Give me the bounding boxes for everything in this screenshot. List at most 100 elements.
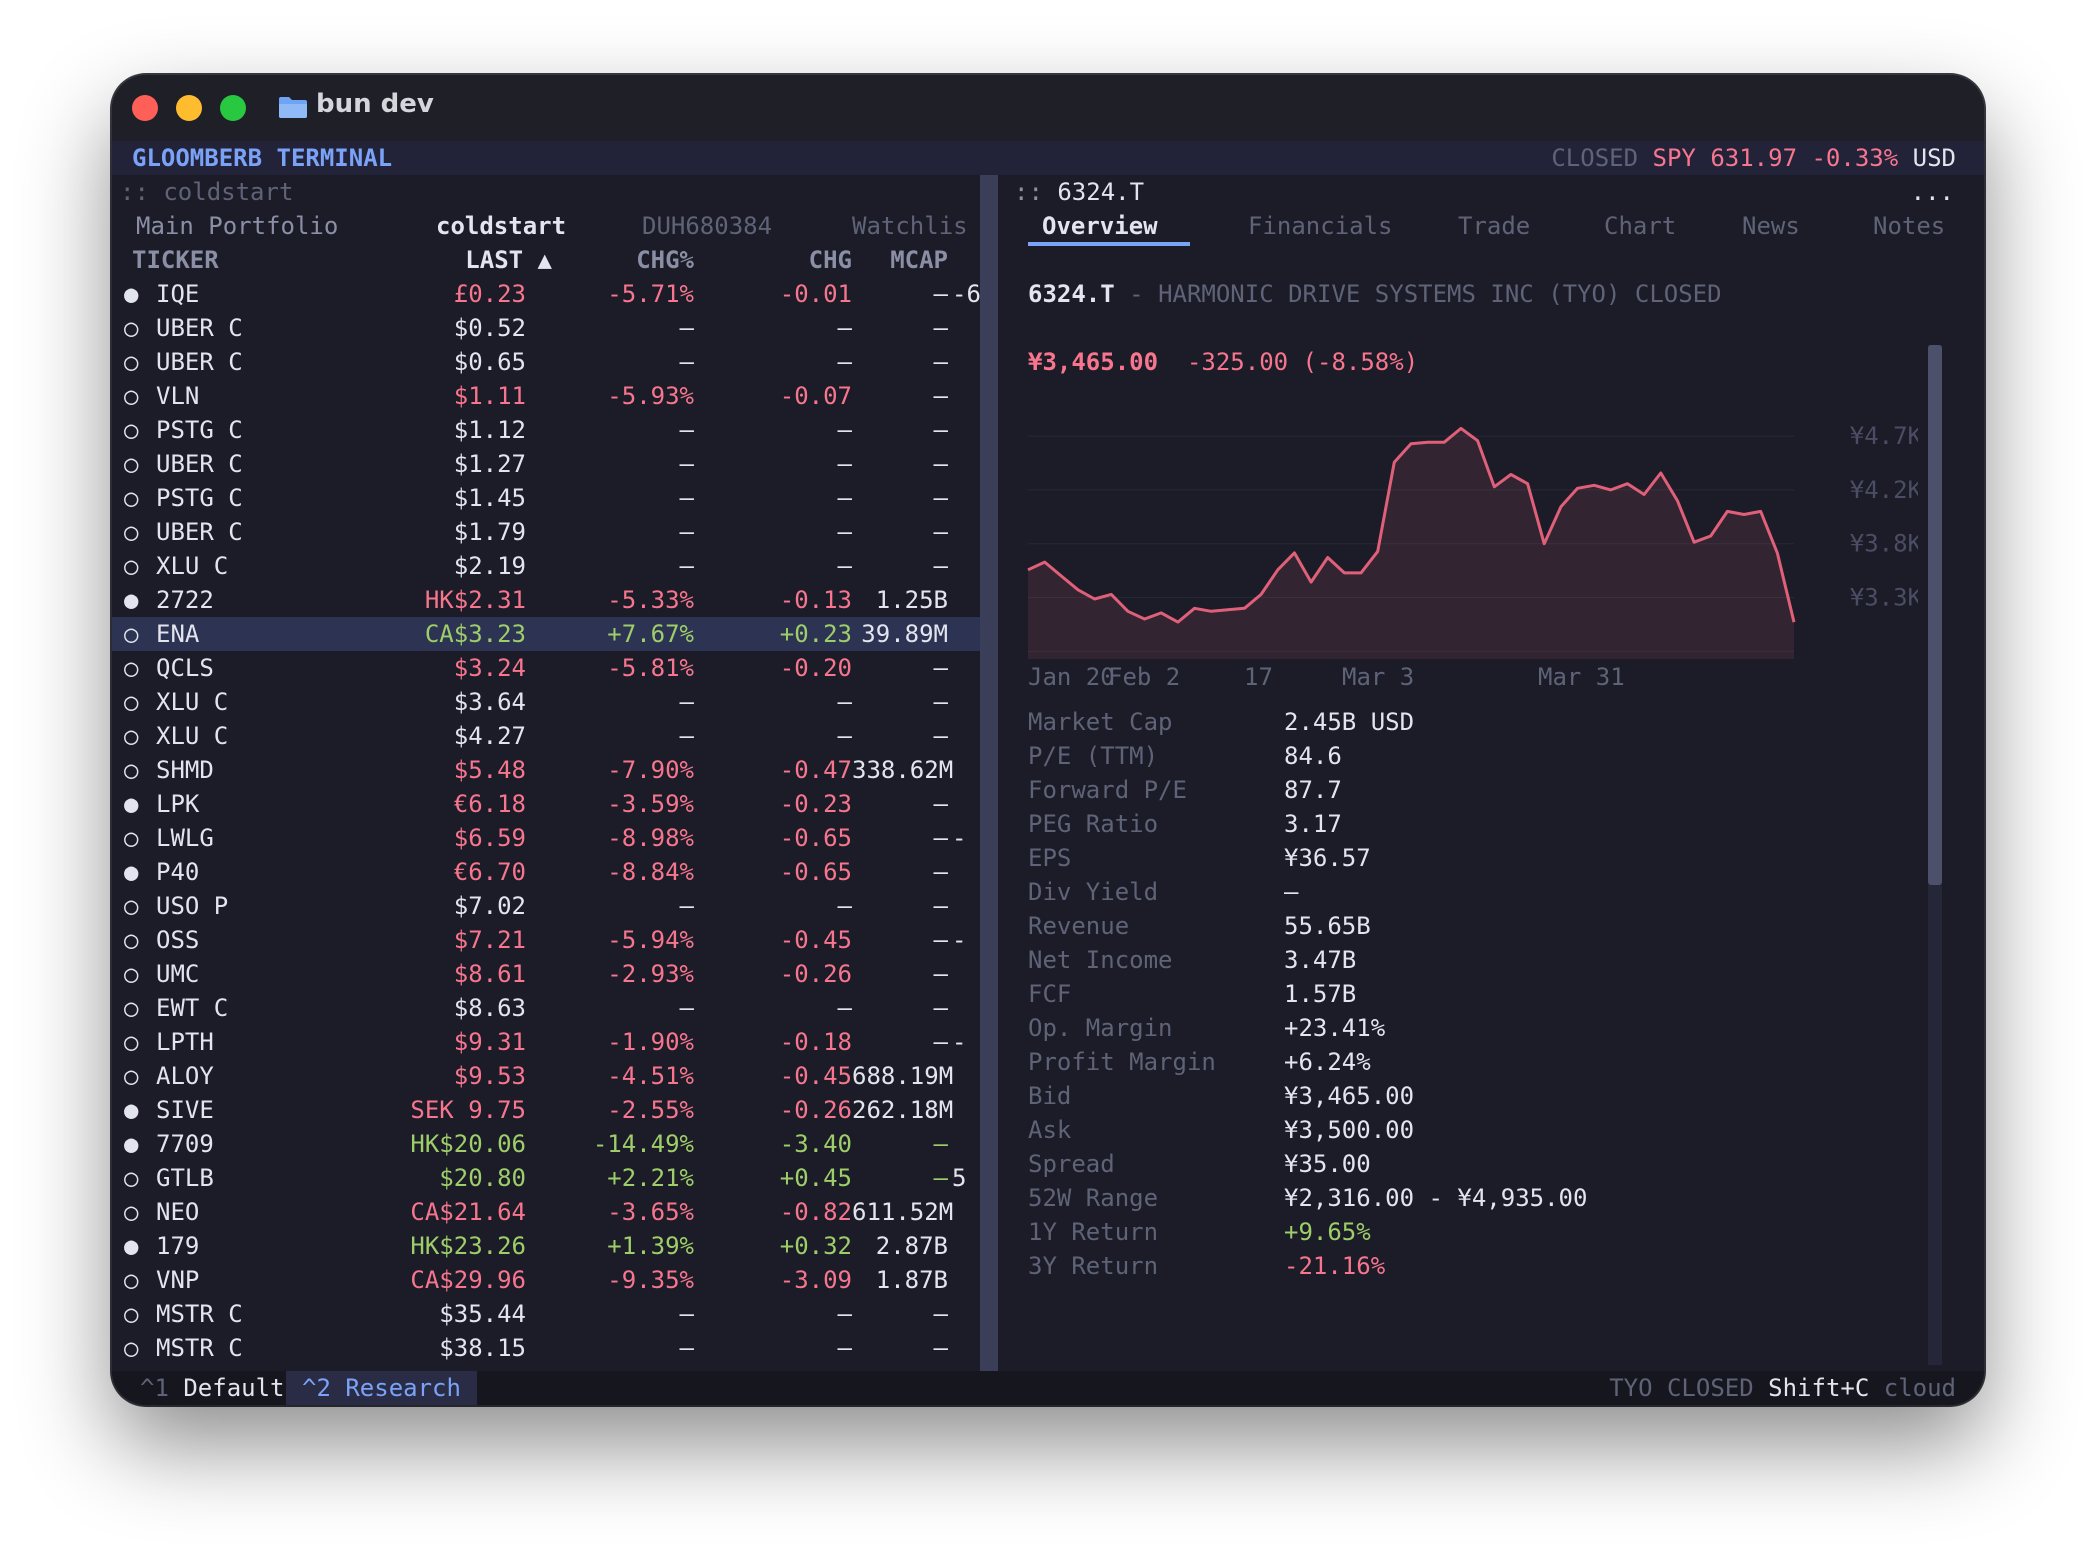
stat-value: 84.6 xyxy=(1284,742,1342,770)
row-mcap: — xyxy=(933,1164,948,1192)
row-last: $0.52 xyxy=(453,314,526,342)
table-row[interactable]: ● 179 HK$23.26 +1.39% +0.32 2.87B xyxy=(112,1229,980,1263)
table-row[interactable]: ○ UMC $8.61 -2.93% -0.26 — xyxy=(112,957,980,991)
zoom-window-button[interactable] xyxy=(220,95,246,121)
row-dot: ○ xyxy=(124,926,139,954)
table-row[interactable]: ○ USO P $7.02 — — — xyxy=(112,889,980,923)
row-ticker: OSS xyxy=(156,926,200,954)
col-last[interactable]: LAST ▲ xyxy=(312,243,552,277)
quote-line: ¥3,465.00 -325.00 (-8.58%) xyxy=(1028,345,1418,379)
col-ticker[interactable]: TICKER xyxy=(132,243,219,277)
col-chg[interactable]: CHG xyxy=(712,243,852,277)
table-row[interactable]: ○ ALOY $9.53 -4.51% -0.45 688.19M xyxy=(112,1059,980,1093)
col-chg-percent[interactable]: CHG% xyxy=(552,243,694,277)
col-mcap[interactable]: MCAP xyxy=(852,243,948,277)
row-extra xyxy=(952,651,980,685)
row-dot: ○ xyxy=(124,1062,139,1090)
row-ticker: GTLB xyxy=(156,1164,214,1192)
row-ticker: LWLG xyxy=(156,824,214,852)
stat-label: Revenue xyxy=(1028,912,1130,940)
row-dot: ○ xyxy=(124,484,139,512)
row-chg: — xyxy=(837,518,852,546)
table-row[interactable]: ○ LPTH $9.31 -1.90% -0.18 — - xyxy=(112,1025,980,1059)
table-row[interactable]: ● 7709 HK$20.06 -14.49% -3.40 — xyxy=(112,1127,980,1161)
table-row[interactable]: ○ ENA CA$3.23 +7.67% +0.23 39.89M xyxy=(112,617,980,651)
table-row[interactable]: ○ MSTR C $38.15 — — — xyxy=(112,1331,980,1365)
window-title: bun dev xyxy=(316,89,434,119)
tab-overview[interactable]: Overview xyxy=(1042,209,1158,243)
table-row[interactable]: ○ UBER C $0.52 — — — xyxy=(112,311,980,345)
minimize-window-button[interactable] xyxy=(176,95,202,121)
row-chg-percent: -8.84% xyxy=(607,858,694,886)
row-mcap: — xyxy=(933,1300,948,1328)
table-row[interactable]: ○ MSTR C $35.44 — — — xyxy=(112,1297,980,1331)
tab-news[interactable]: News xyxy=(1742,209,1800,243)
table-row[interactable]: ○ UBER C $0.65 — — — xyxy=(112,345,980,379)
layout-default[interactable]: ^1 Default xyxy=(112,1371,299,1405)
table-row[interactable]: ● P40 €6.70 -8.84% -0.65 — xyxy=(112,855,980,889)
row-chg-percent: -5.81% xyxy=(607,654,694,682)
table-row[interactable]: ○ LWLG $6.59 -8.98% -0.65 — - xyxy=(112,821,980,855)
tab-watchlist[interactable]: Watchlis xyxy=(852,209,980,243)
row-ticker: NEO xyxy=(156,1198,200,1226)
stat-value: ¥36.57 xyxy=(1284,844,1371,872)
table-row[interactable]: ○ VNP CA$29.96 -9.35% -3.09 1.87B xyxy=(112,1263,980,1297)
table-row[interactable]: ○ EWT C $8.63 — — — xyxy=(112,991,980,1025)
tab-main-portfolio[interactable]: Main Portfolio xyxy=(136,209,338,243)
layout-research[interactable]: ^2 Research xyxy=(286,1371,477,1405)
table-row[interactable]: ○ NEO CA$21.64 -3.65% -0.82 611.52M xyxy=(112,1195,980,1229)
row-mcap: — xyxy=(933,1028,948,1056)
market-ticker: CLOSED SPY 631.97 -0.33% USD xyxy=(1551,141,1956,175)
table-row[interactable]: ● SIVE SEK 9.75 -2.55% -0.26 262.18M xyxy=(112,1093,980,1127)
table-row[interactable]: ○ UBER C $1.27 — — — xyxy=(112,447,980,481)
table-row[interactable]: ○ PSTG C $1.12 — — — xyxy=(112,413,980,447)
row-extra xyxy=(952,1059,980,1093)
table-row[interactable]: ○ QCLS $3.24 -5.81% -0.20 — xyxy=(112,651,980,685)
row-ticker: ALOY xyxy=(156,1062,214,1090)
tab-notes[interactable]: Notes xyxy=(1873,209,1945,243)
tab-coldstart[interactable]: coldstart xyxy=(436,209,566,243)
chart-x-tick-label: 17 xyxy=(1244,663,1273,689)
table-row[interactable]: ○ GTLB $20.80 +2.21% +0.45 —5 xyxy=(112,1161,980,1195)
stat-value: 1.57B xyxy=(1284,980,1357,1008)
row-extra xyxy=(952,855,980,889)
table-row[interactable]: ○ PSTG C $1.45 — — — xyxy=(112,481,980,515)
table-row[interactable]: ● LPK €6.18 -3.59% -0.23 — xyxy=(112,787,980,821)
table-row[interactable]: ○ SHMD $5.48 -7.90% -0.47 338.62M xyxy=(112,753,980,787)
table-row[interactable]: ● 2722 HK$2.31 -5.33% -0.13 1.25B xyxy=(112,583,980,617)
row-ticker: SHMD xyxy=(156,756,214,784)
row-chg: -0.65 xyxy=(779,824,852,852)
row-last: HK$23.26 xyxy=(410,1232,526,1260)
table-row[interactable]: ○ XLU C $4.27 — — — xyxy=(112,719,980,753)
stat-value: +9.65% xyxy=(1284,1218,1371,1246)
row-ticker: VNP xyxy=(156,1266,200,1294)
table-row[interactable]: ○ OSS $7.21 -5.94% -0.45 — - xyxy=(112,923,980,957)
terminal-content: GLOOMBERB TERMINAL CLOSED SPY 631.97 -0.… xyxy=(112,141,1984,1405)
table-row[interactable]: ● IQE £0.23 -5.71% -0.01 — -6 xyxy=(112,277,980,311)
chart-x-tick-label: Mar 3 xyxy=(1342,663,1414,689)
pane-divider[interactable] xyxy=(980,175,998,1371)
row-last: $2.19 xyxy=(453,552,526,580)
price-chart[interactable]: Jan 20Feb 2 17 Mar 3 Mar 31 ¥4.7K ¥4.2K ¥3.8K… xyxy=(998,399,1918,689)
row-chg-percent: -4.51% xyxy=(607,1062,694,1090)
row-extra xyxy=(952,447,980,481)
tab-duh680384[interactable]: DUH680384 xyxy=(642,209,772,243)
table-row[interactable]: ○ XLU C $2.19 — — — xyxy=(112,549,980,583)
shortcut-hint[interactable]: Shift+C xyxy=(1768,1374,1869,1402)
table-row[interactable]: ○ XLU C $3.64 — — — xyxy=(112,685,980,719)
more-menu-button[interactable]: ... xyxy=(1911,175,1954,209)
row-chg: -0.65 xyxy=(779,858,852,886)
row-chg-percent: -5.33% xyxy=(607,586,694,614)
company-line: 6324.T - HARMONIC DRIVE SYSTEMS INC (TYO… xyxy=(1028,277,1722,311)
table-row[interactable]: ○ VLN $1.11 -5.93% -0.07 — xyxy=(112,379,980,413)
tab-trade[interactable]: Trade xyxy=(1458,209,1530,243)
chart-x-tick-label: Mar 31 xyxy=(1538,663,1625,689)
row-chg: — xyxy=(837,994,852,1022)
row-chg: +0.32 xyxy=(779,1232,852,1260)
tab-financials[interactable]: Financials xyxy=(1248,209,1393,243)
detail-scrollbar-thumb[interactable] xyxy=(1928,345,1942,885)
table-row[interactable]: ○ UBER C $1.79 — — — xyxy=(112,515,980,549)
stat-value: +23.41% xyxy=(1284,1014,1386,1042)
tab-chart[interactable]: Chart xyxy=(1604,209,1676,243)
close-window-button[interactable] xyxy=(132,95,158,121)
